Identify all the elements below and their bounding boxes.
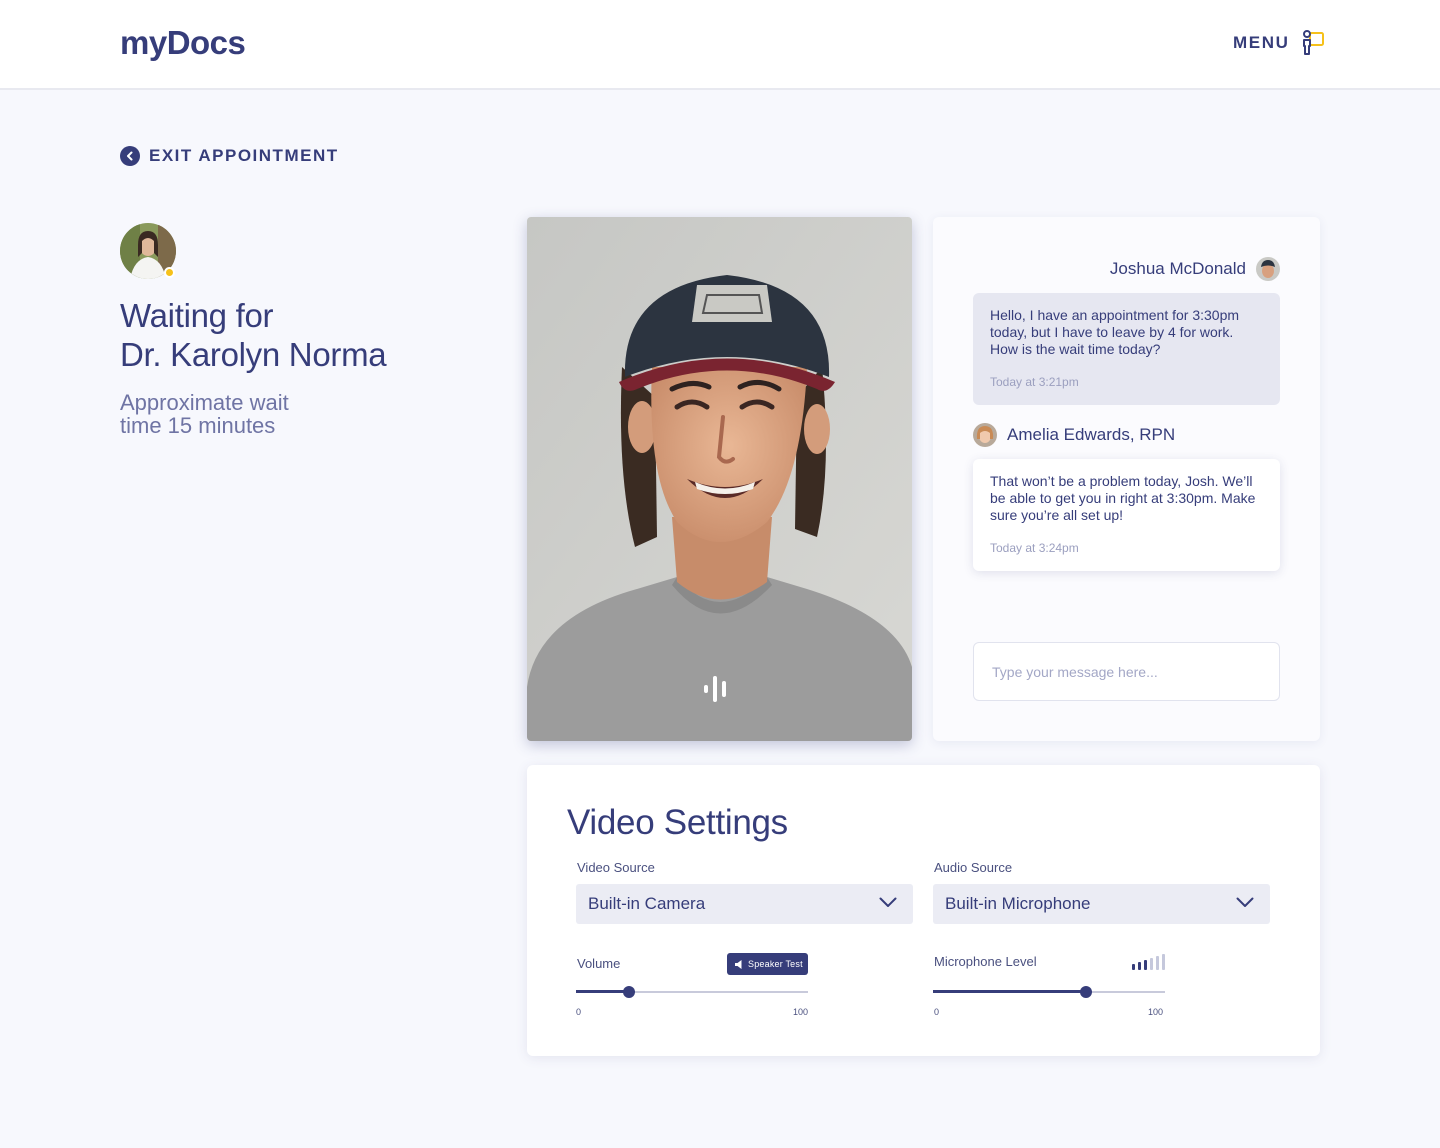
joshua-avatar (1256, 257, 1280, 281)
message-sender-joshua: Joshua McDonald (1110, 257, 1280, 281)
audio-source-select[interactable]: Built-in Microphone (933, 884, 1270, 924)
mic-level-bar (1162, 954, 1165, 970)
audio-source-label: Audio Source (934, 860, 1013, 875)
video-preview[interactable] (527, 217, 912, 741)
video-settings-panel: Video Settings Video Source Built-in Cam… (527, 765, 1320, 1056)
mic-level-icon (1132, 954, 1166, 970)
mic-level-bar (1138, 962, 1141, 970)
volume-max-label: 100 (793, 1007, 809, 1017)
chat-panel: Joshua McDonald Hello, I have an appoint… (933, 217, 1320, 741)
audio-source-value: Built-in Microphone (945, 894, 1091, 913)
speaker-test-button[interactable]: Speaker Test (727, 953, 808, 975)
menu-button[interactable]: MENU (1233, 28, 1325, 58)
exit-appointment-label: EXIT APPOINTMENT (149, 146, 339, 165)
slider-fill (576, 990, 629, 993)
sender-name: Amelia Edwards, RPN (1007, 425, 1176, 444)
message-bubble-outgoing: That won’t be a problem today, Josh. We’… (973, 459, 1280, 571)
message-timestamp: Today at 3:21pm (990, 375, 1079, 389)
message-timestamp: Today at 3:24pm (990, 541, 1079, 555)
volume-label: Volume (577, 956, 621, 971)
speaker-test-label: Speaker Test (748, 959, 803, 969)
menu-label: MENU (1233, 33, 1290, 52)
video-source-label: Video Source (577, 860, 655, 875)
amelia-avatar (973, 423, 997, 447)
mic-level-bar (1132, 964, 1135, 970)
audio-level-icon (704, 676, 726, 702)
volume-slider[interactable] (576, 983, 808, 1001)
message-text: Hello, I have an appointment for 3:30pm … (990, 307, 1240, 357)
slider-knob[interactable] (1080, 986, 1092, 998)
video-source-value: Built-in Camera (588, 894, 706, 913)
mic-level-bar (1150, 958, 1153, 970)
exit-appointment-link[interactable]: EXIT APPOINTMENT (120, 146, 339, 166)
wait-time-text: Approximate wait time 15 minutes (120, 391, 380, 437)
app-logo[interactable]: myDocs (120, 24, 246, 62)
sender-name: Joshua McDonald (1109, 259, 1246, 278)
volume-min-label: 0 (576, 1007, 582, 1017)
person-menu-icon (1303, 30, 1325, 55)
mic-level-bar (1156, 956, 1159, 970)
online-status-dot (164, 267, 175, 278)
wait-time-line2: time 15 minutes (120, 413, 276, 438)
top-header: myDocs MENU (0, 0, 1440, 90)
camera-feed-image (527, 217, 912, 741)
message-bubble-incoming: Hello, I have an appointment for 3:30pm … (973, 293, 1280, 405)
message-input[interactable] (973, 642, 1280, 701)
waiting-title: Waiting for Dr. Karolyn Norma (120, 296, 480, 374)
mic-level-label: Microphone Level (934, 954, 1037, 969)
doctor-name: Dr. Karolyn Norma (120, 336, 387, 373)
mic-max-label: 100 (1148, 1007, 1164, 1017)
chevron-left-circle-icon (120, 146, 140, 166)
mic-level-bar (1144, 960, 1147, 970)
settings-title: Video Settings (567, 803, 788, 842)
chevron-down-icon (879, 897, 897, 907)
message-sender-amelia: Amelia Edwards, RPN (973, 423, 1175, 447)
slider-fill (933, 990, 1086, 993)
mic-level-slider[interactable] (933, 983, 1165, 1001)
wait-time-line1: Approximate wait (120, 390, 289, 415)
message-text: That won’t be a problem today, Josh. We’… (990, 473, 1256, 523)
speaker-icon (735, 959, 742, 969)
chevron-down-icon (1236, 897, 1254, 907)
slider-knob[interactable] (623, 986, 635, 998)
video-source-select[interactable]: Built-in Camera (576, 884, 913, 924)
waiting-title-line1: Waiting for (120, 297, 274, 334)
mic-min-label: 0 (934, 1007, 940, 1017)
